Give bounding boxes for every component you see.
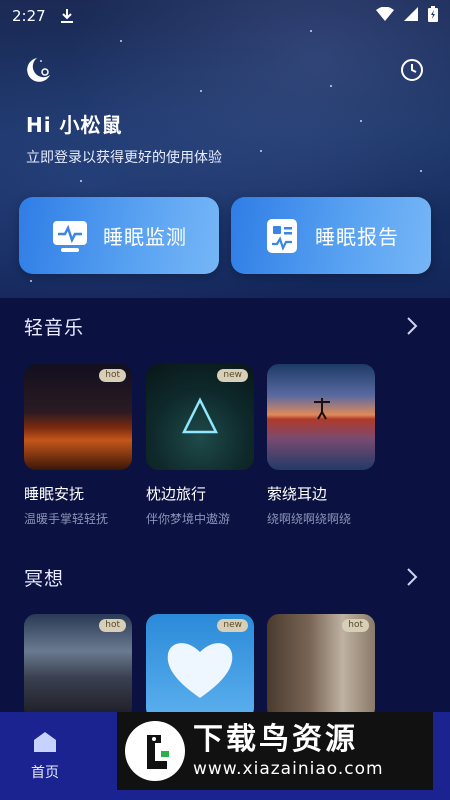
bird-logo-icon (125, 721, 185, 781)
clock-icon[interactable] (400, 58, 424, 82)
tab-home[interactable]: 首页 (22, 730, 68, 782)
hot-badge: hot (99, 619, 126, 632)
moon-logo-icon[interactable] (24, 56, 54, 84)
music-thumbnail: hot (24, 364, 132, 470)
meditation-thumbnail: hot (267, 614, 375, 720)
section-title-light-music: 轻音乐 (24, 317, 85, 339)
sleep-monitor-label: 睡眠监测 (103, 225, 187, 249)
home-icon (32, 730, 58, 754)
music-card[interactable]: 萦绕耳边 绕啊绕啊绕啊绕 (267, 364, 375, 527)
hero-header: 2:27 Hi 小松鼠 立即登录以获得更好的使用体验 睡眠监测 睡眠报告 (0, 0, 450, 298)
monitor-icon (51, 217, 89, 255)
greeting-text[interactable]: Hi 小松鼠 (26, 109, 123, 138)
wifi-icon (376, 6, 394, 25)
meditation-card[interactable]: hot (267, 614, 375, 720)
music-subtitle: 伴你梦境中遨游 (146, 512, 231, 526)
meditation-thumbnail: new (146, 614, 254, 720)
hot-badge: hot (99, 369, 126, 382)
meditation-card[interactable]: new (146, 614, 254, 720)
music-thumbnail (267, 364, 375, 470)
sleep-report-button[interactable]: 睡眠报告 (231, 197, 431, 274)
sleep-monitor-button[interactable]: 睡眠监测 (19, 197, 219, 274)
watermark-title: 下载鸟资源 (193, 722, 358, 757)
tab-home-label: 首页 (31, 765, 59, 781)
music-card[interactable]: hot 睡眠安抚 温暖手掌轻轻抚 (24, 364, 132, 527)
music-title: 萦绕耳边 (267, 485, 328, 503)
chevron-right-icon[interactable] (404, 316, 420, 336)
chevron-right-icon[interactable] (404, 567, 420, 587)
new-badge: new (217, 369, 248, 382)
report-icon (263, 217, 301, 255)
music-title: 枕边旅行 (146, 485, 207, 503)
music-thumbnail: new (146, 364, 254, 470)
music-subtitle: 绕啊绕啊绕啊绕 (267, 512, 352, 526)
watermark-url: www.xiazainiao.com (193, 759, 384, 779)
status-time: 2:27 (12, 7, 46, 25)
meditation-card[interactable]: hot (24, 614, 132, 720)
meditation-thumbnail: hot (24, 614, 132, 720)
status-bar: 2:27 (0, 0, 450, 32)
download-icon (60, 8, 74, 24)
login-prompt[interactable]: 立即登录以获得更好的使用体验 (26, 147, 222, 167)
music-title: 睡眠安抚 (24, 485, 85, 503)
battery-icon (428, 6, 438, 26)
music-card[interactable]: new 枕边旅行 伴你梦境中遨游 (146, 364, 254, 527)
sleep-report-label: 睡眠报告 (315, 225, 399, 249)
music-subtitle: 温暖手掌轻轻抚 (24, 512, 109, 526)
section-title-meditation: 冥想 (24, 568, 65, 590)
signal-icon (404, 7, 418, 25)
new-badge: new (217, 619, 248, 632)
hot-badge: hot (342, 619, 369, 632)
watermark-banner: 下载鸟资源 www.xiazainiao.com (117, 712, 433, 790)
